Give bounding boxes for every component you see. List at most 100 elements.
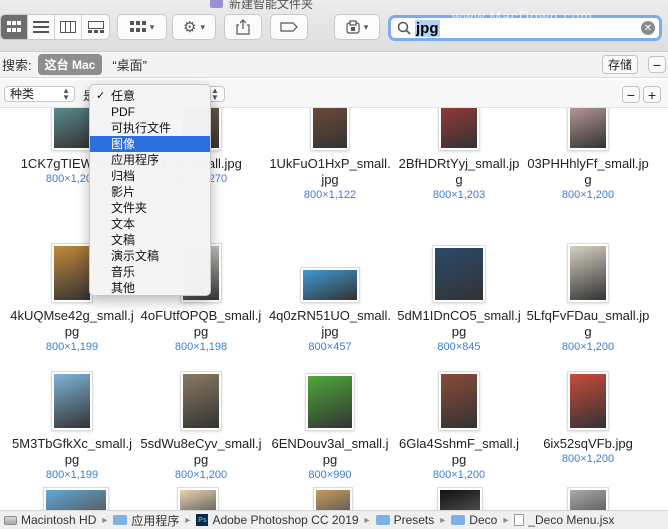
file-name: 6ix52sqVFb.jpg [543, 436, 633, 451]
load-button[interactable]: ▾ [334, 14, 380, 40]
checkmark-icon: ✓ [96, 90, 106, 102]
menu-item-label: 可执行文件 [111, 121, 172, 135]
file-item[interactable]: 6ENDouv3al_small.jpg 800×990 [266, 356, 394, 482]
menu-item[interactable]: 影片 [90, 184, 210, 200]
search-input[interactable]: jpg [415, 19, 440, 37]
menu-item-label: 图像 [111, 137, 136, 151]
path-crumb[interactable]: 应用程序 [113, 512, 179, 529]
remove-criteria-button[interactable]: − [648, 56, 666, 73]
menu-item[interactable]: PDF [90, 104, 210, 120]
file-item[interactable]: 5sdWu8eCyv_small.jpg 800×1,200 [137, 356, 265, 482]
path-crumb[interactable]: Deco [451, 513, 497, 527]
column-view-button[interactable] [55, 15, 82, 39]
thumbnail-frame [266, 366, 394, 430]
path-crumb-label: 应用程序 [131, 513, 180, 528]
file-dimensions: 800×1,199 [45, 469, 99, 481]
menu-item[interactable]: 图像 [90, 136, 210, 152]
list-view-button[interactable] [28, 15, 55, 39]
hd-icon [4, 515, 17, 525]
file-item[interactable]: 6ix52sqVFb.jpg 800×1,200 [524, 356, 652, 466]
menu-item[interactable]: 可执行文件 [90, 120, 210, 136]
path-crumb-label: Deco [469, 513, 498, 527]
tags-button[interactable] [270, 14, 308, 40]
menu-item[interactable]: 文本 [90, 216, 210, 232]
menu-item[interactable]: 音乐 [90, 264, 210, 280]
smart-folder-icon [210, 0, 223, 8]
file-dimensions: 800×1,200 [561, 453, 615, 465]
scope-this-mac-button[interactable]: 这台 Mac [37, 54, 103, 75]
file-name: 5dM1IDnCO5_small.jpg [397, 308, 521, 339]
file-dimensions: 800×990 [308, 469, 352, 481]
menu-item[interactable]: ✓ 任意 [90, 88, 210, 104]
file-thumbnail-partial[interactable] [178, 488, 218, 510]
load-icon [346, 20, 360, 34]
menu-item-label: PDF [111, 105, 135, 119]
thumbnail-frame [524, 108, 652, 150]
menu-item-label: 文稿 [111, 233, 136, 247]
criteria-minus-button[interactable]: − [622, 86, 640, 103]
file-thumbnail-partial[interactable] [568, 488, 608, 510]
icon-view-button[interactable] [1, 15, 28, 39]
clear-icon[interactable]: ✕ [641, 21, 655, 35]
menu-item-label: 影片 [111, 185, 136, 199]
file-item[interactable]: 6Gla4SshmF_small.jpg 800×1,200 [395, 356, 523, 482]
scope-desktop-button[interactable]: “桌面” [112, 55, 147, 74]
file-name: 5M3TbGfkXc_small.jpg [12, 436, 132, 467]
chevron-down-icon: ▾ [363, 21, 369, 32]
menu-item[interactable]: 文稿 [90, 232, 210, 248]
file-dimensions: 800×1,203 [432, 189, 486, 201]
share-button[interactable] [224, 14, 262, 40]
tag-icon [280, 22, 298, 32]
icon-view-icon [7, 21, 21, 32]
file-thumbnail [568, 372, 608, 430]
toolbar: 新建智能文件夹 ▾ ⚙ ▾ ▾ jpg ✕ www.MacDown.com [0, 0, 668, 52]
gallery-view-button[interactable] [82, 15, 109, 39]
gallery-view-icon [87, 21, 104, 33]
file-item[interactable]: 4q0zRN51UO_small.jpg 800×457 [266, 228, 394, 354]
path-crumb[interactable]: Macintosh HD [4, 513, 96, 527]
file-name: 1UkFuO1HxP_small.jpg [269, 156, 391, 187]
file-dimensions: 800×1,122 [303, 189, 357, 201]
group-by-button[interactable]: ▾ [117, 14, 167, 40]
file-item[interactable]: 1UkFuO1HxP_small.jpg 800×1,122 [266, 108, 394, 202]
file-thumbnail-partial[interactable] [314, 488, 352, 510]
menu-item-label: 演示文稿 [111, 249, 160, 263]
thumbnail-frame [395, 366, 523, 430]
file-thumbnail-partial[interactable] [44, 488, 108, 510]
action-button[interactable]: ⚙ ▾ [172, 14, 216, 40]
menu-item[interactable]: 文件夹 [90, 200, 210, 216]
share-icon [236, 19, 250, 35]
file-dimensions: 800×457 [308, 341, 352, 353]
menu-item[interactable]: 应用程序 [90, 152, 210, 168]
file-dimensions: 800×1,200 [174, 469, 228, 481]
thumbnail-frame [266, 238, 394, 302]
thumbnail-frame [395, 238, 523, 302]
file-item[interactable]: 5LfqFvFDau_small.jpg 800×1,200 [524, 228, 652, 354]
save-button[interactable]: 存储 [602, 55, 638, 74]
path-crumb[interactable]: Presets [375, 513, 434, 527]
file-item[interactable]: 2BfHDRtYyj_small.jpg 800×1,203 [395, 108, 523, 202]
file-thumbnail [433, 246, 485, 302]
select-arrows-icon: ▲ ▼ [62, 86, 70, 102]
file-name: 2BfHDRtYyj_small.jpg [398, 156, 520, 187]
path-crumb[interactable]: Ps Adobe Photoshop CC 2019 [196, 513, 359, 527]
thumbnail-frame [524, 238, 652, 302]
criteria-plus-button[interactable]: + [643, 86, 661, 103]
file-item[interactable]: 5dM1IDnCO5_small.jpg 800×845 [395, 228, 523, 354]
file-thumbnail [568, 244, 608, 302]
menu-item[interactable]: 演示文稿 [90, 248, 210, 264]
menu-item[interactable]: 其他 [90, 280, 210, 296]
path-crumb[interactable]: _Deco Menu.jsx [514, 513, 614, 527]
file-item[interactable]: 03PHHhlyFf_small.jpg 800×1,200 [524, 108, 652, 202]
file-dimensions: 800×845 [437, 341, 481, 353]
attribute-select[interactable]: 种类 ▲ ▼ [4, 86, 75, 102]
file-thumbnail-partial[interactable] [438, 488, 482, 510]
thumbnail-frame [395, 108, 523, 150]
search-icon [397, 21, 411, 35]
file-item[interactable]: 5M3TbGfkXc_small.jpg 800×1,199 [8, 356, 136, 482]
file-thumbnail [568, 108, 608, 150]
thumbnail-frame [524, 366, 652, 430]
file-thumbnail [306, 374, 354, 430]
menu-item[interactable]: 归档 [90, 168, 210, 184]
column-view-icon [60, 21, 76, 33]
